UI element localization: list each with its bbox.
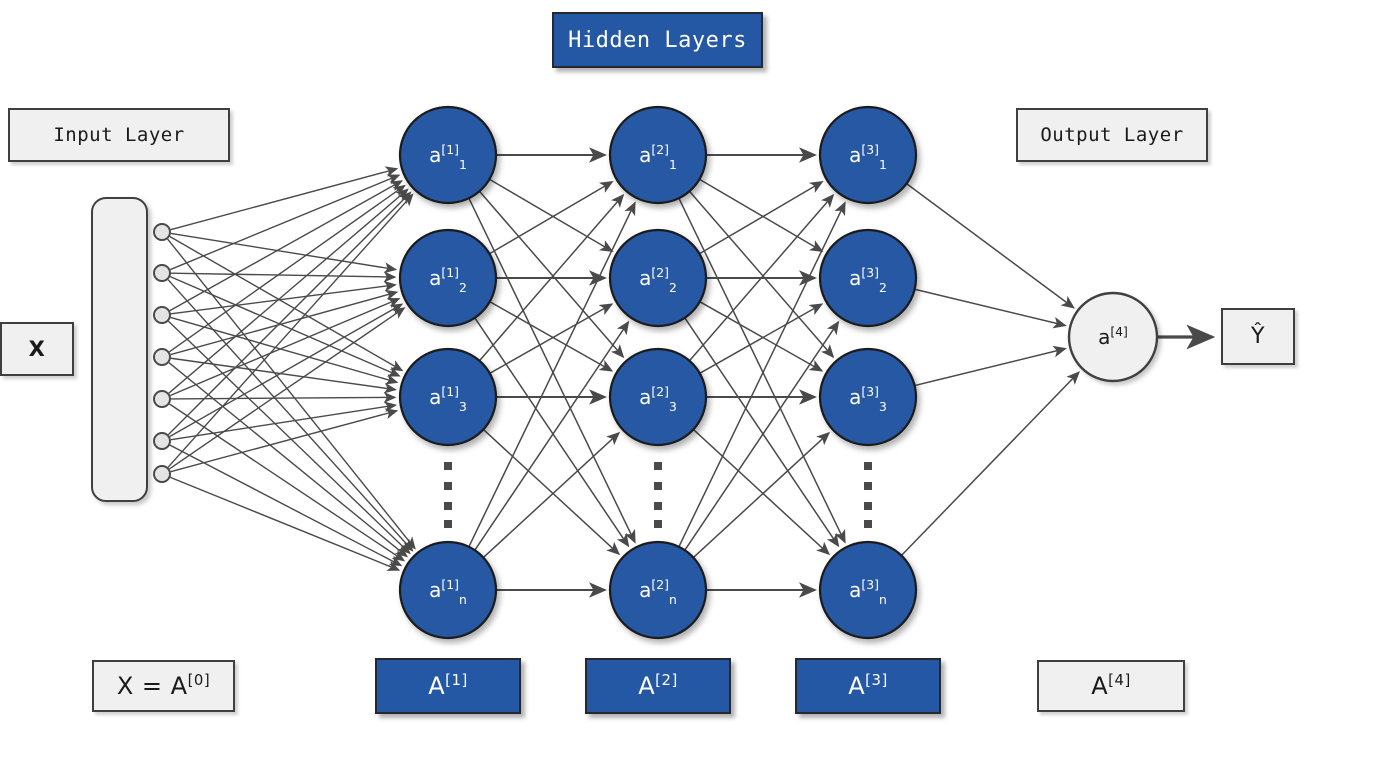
input-layer-label-text: Input Layer bbox=[53, 124, 185, 146]
output-activation-text: A[4] bbox=[1091, 671, 1131, 700]
layer2-activation-superscript: [2] bbox=[655, 671, 678, 689]
ellipsis-dot bbox=[444, 502, 452, 510]
ellipsis-dot bbox=[654, 482, 662, 490]
output-neuron-group: a[4] bbox=[1067, 291, 1159, 383]
neuron-nodes: a[1]1a[1]2a[1]3a[1]na[2]1a[2]2a[2]3a[2]n… bbox=[398, 105, 918, 640]
output-layer-label: Output Layer bbox=[1016, 108, 1208, 162]
input-activation-box: X = A[0] bbox=[92, 660, 235, 712]
ellipsis-dot bbox=[654, 502, 662, 510]
layer2-activation-text: A[2] bbox=[638, 671, 678, 700]
output-activation-superscript: [4] bbox=[1108, 671, 1131, 689]
ellipsis-dot bbox=[654, 520, 662, 528]
input-layer-label: Input Layer bbox=[8, 108, 230, 162]
layer1-activation-box: A[1] bbox=[375, 658, 521, 714]
ellipsis-dot bbox=[654, 462, 662, 470]
vertical-ellipsis-group bbox=[444, 462, 872, 528]
input-bracket bbox=[91, 197, 148, 502]
ellipsis-dot bbox=[864, 520, 872, 528]
neural-network-diagram: a[1]1 a[1]2 a[1]3 a[1]n a[2]1 a[2]2 a[2]3 a[2]n… bbox=[0, 0, 1375, 779]
ellipsis-dot bbox=[864, 482, 872, 490]
input-matrix-text: X bbox=[28, 337, 46, 361]
ellipsis-dot bbox=[444, 520, 452, 528]
hidden-layers-banner-text: Hidden Layers bbox=[568, 27, 747, 53]
ellipsis-dot bbox=[444, 462, 452, 470]
prediction-box: Ŷ bbox=[1221, 308, 1295, 365]
output-layer-label-text: Output Layer bbox=[1040, 124, 1184, 146]
prediction-text: Ŷ bbox=[1251, 324, 1265, 349]
layer3-activation-superscript: [3] bbox=[865, 671, 888, 689]
layer3-activation-text: A[3] bbox=[848, 671, 888, 700]
ellipsis-dot bbox=[864, 502, 872, 510]
ellipsis-dot bbox=[444, 482, 452, 490]
ellipsis-dot bbox=[864, 462, 872, 470]
layer1-activation-superscript: [1] bbox=[445, 671, 468, 689]
layer2-activation-box: A[2] bbox=[585, 658, 731, 714]
layer3-activation-box: A[3] bbox=[795, 658, 941, 714]
input-activation-text: X = A[0] bbox=[116, 671, 211, 700]
input-nodes bbox=[153, 223, 171, 483]
input-matrix-box: X bbox=[0, 322, 74, 376]
hidden-layers-banner: Hidden Layers bbox=[552, 12, 763, 68]
layer1-activation-text: A[1] bbox=[428, 671, 468, 700]
input-activation-superscript: [0] bbox=[187, 671, 211, 689]
output-activation-box: A[4] bbox=[1037, 660, 1185, 712]
